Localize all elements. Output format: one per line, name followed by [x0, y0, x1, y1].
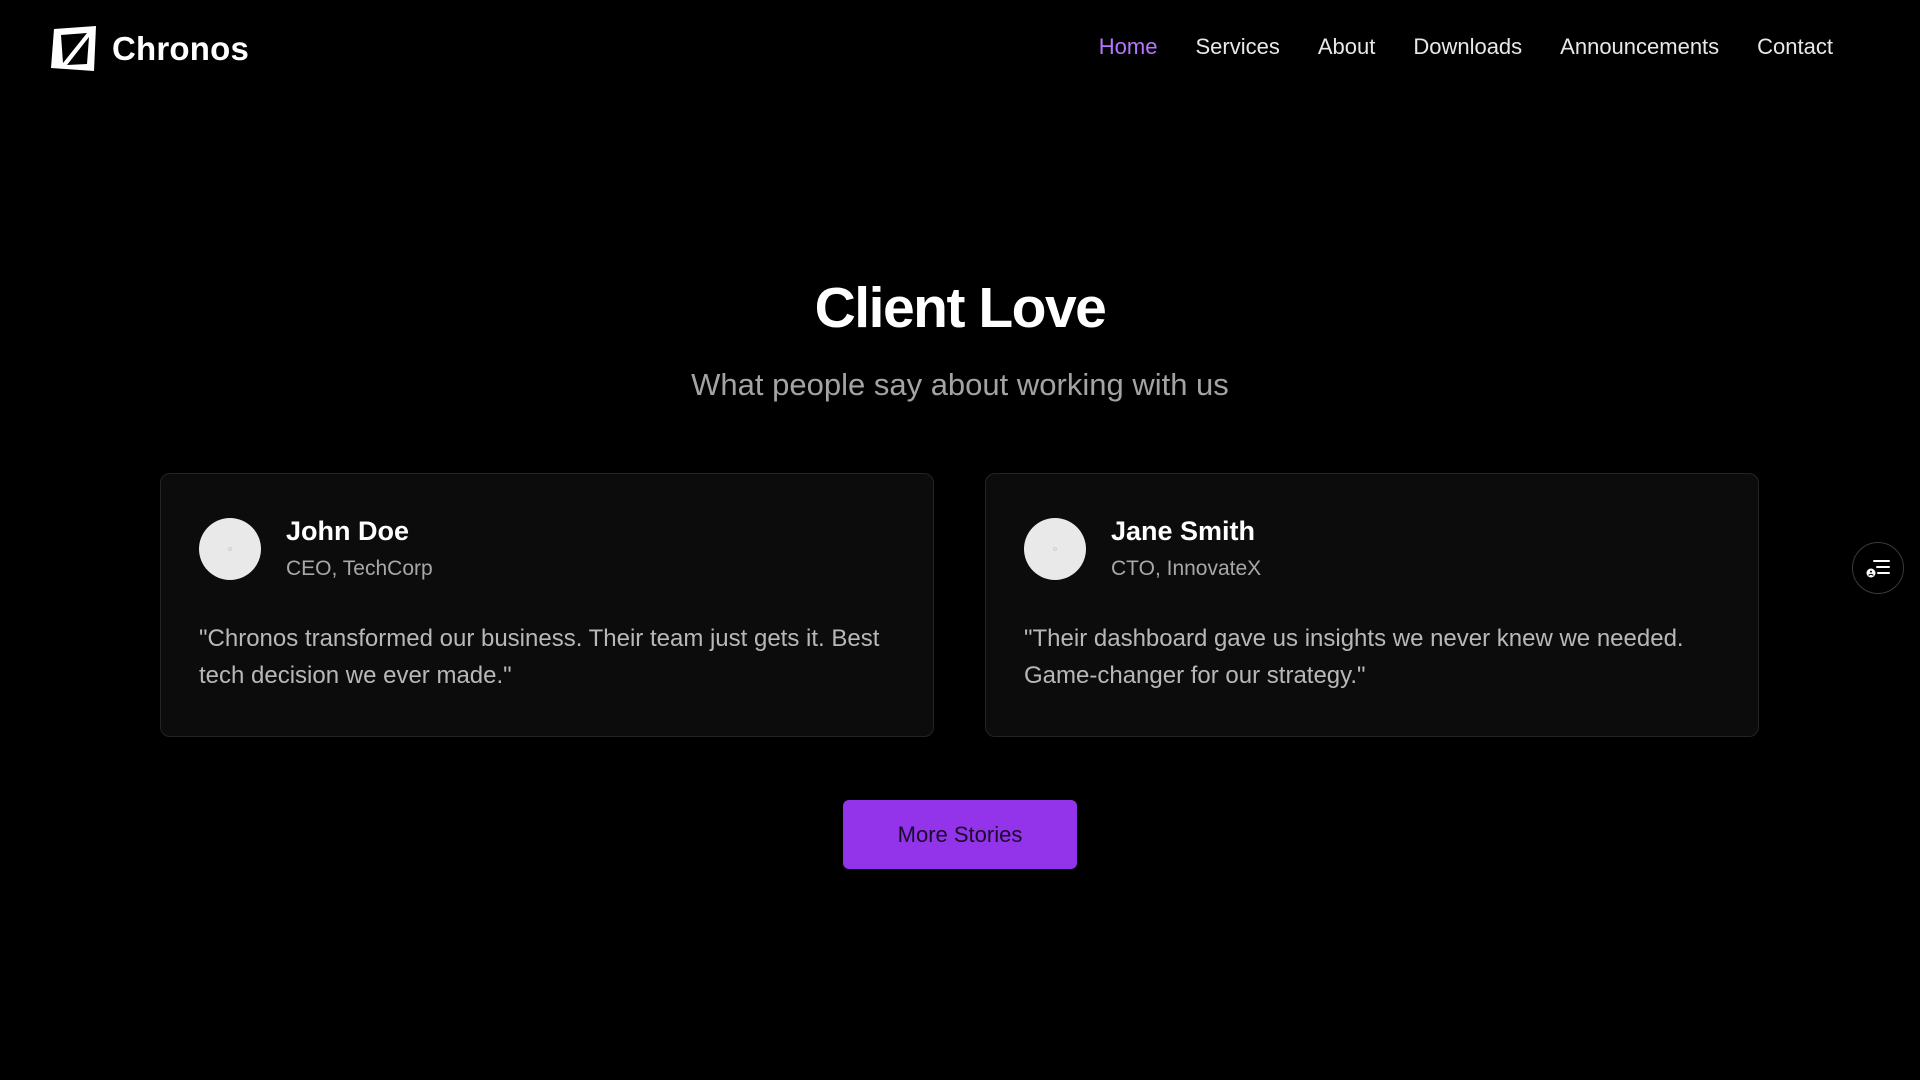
- brand-name: Chronos: [112, 30, 250, 67]
- brand-home-link[interactable]: Chronos: [50, 25, 249, 73]
- more-stories-button[interactable]: More Stories: [843, 800, 1077, 869]
- avatar: [199, 518, 261, 580]
- chronos-logo-icon: [51, 26, 96, 71]
- nav-item-downloads[interactable]: Downloads: [1413, 34, 1522, 60]
- nav-item-contact[interactable]: Contact: [1757, 34, 1833, 60]
- testimonial-author-name: John Doe: [286, 516, 410, 546]
- avatar: [1024, 518, 1086, 580]
- testimonial-author-role: CEO, TechCorp: [286, 557, 433, 580]
- site-header: Chronos Home Services About Downloads An…: [0, 0, 1920, 98]
- section-title: Client Love: [814, 276, 1107, 340]
- accessibility-menu-icon: [1866, 560, 1890, 578]
- nav-item-home[interactable]: Home: [1099, 34, 1158, 60]
- testimonial-quote: "Their dashboard gave us insights we nev…: [1024, 625, 1684, 689]
- testimonial-author-name: Jane Smith: [1111, 516, 1256, 546]
- accessibility-menu-button[interactable]: [1852, 542, 1904, 594]
- main-nav: Home Services About Downloads Announceme…: [1099, 34, 1833, 60]
- nav-item-services[interactable]: Services: [1195, 34, 1279, 60]
- page: Chronos Home Services About Downloads An…: [0, 0, 1920, 1080]
- section-subtitle: What people say about working with us: [691, 367, 1229, 402]
- testimonial-card: John Doe CEO, TechCorp "Chronos transfor…: [160, 473, 934, 737]
- testimonial-quote: "Chronos transformed our business. Their…: [199, 625, 880, 689]
- testimonial-author-role: CTO, InnovateX: [1111, 557, 1262, 580]
- nav-item-about[interactable]: About: [1318, 34, 1376, 60]
- testimonial-card: Jane Smith CTO, InnovateX "Their dashboa…: [985, 473, 1759, 737]
- nav-item-announcements[interactable]: Announcements: [1560, 34, 1719, 60]
